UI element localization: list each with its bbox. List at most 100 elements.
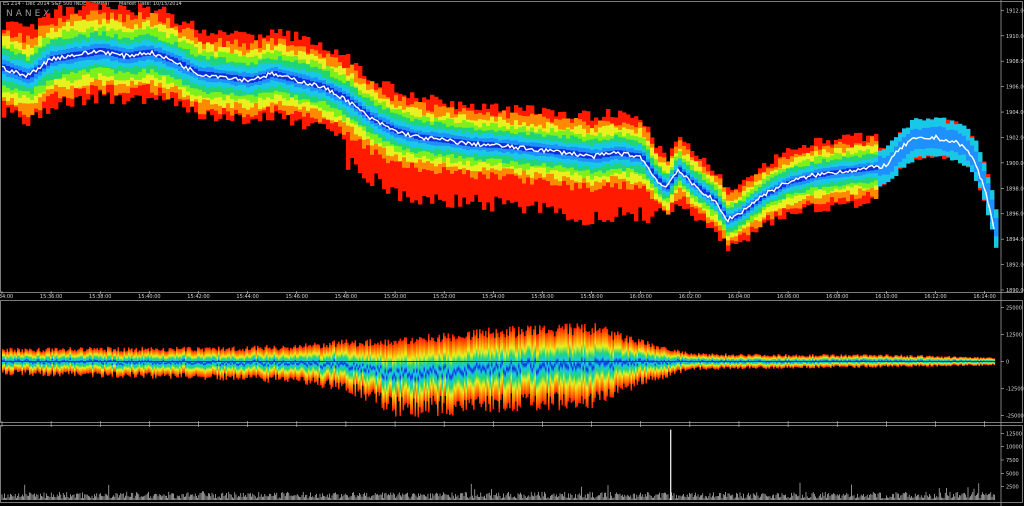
imbalance-column	[332, 341, 334, 387]
imbalance-column	[635, 342, 637, 380]
imbalance-column	[434, 340, 436, 402]
imbalance-column	[116, 351, 118, 378]
imbalance-column	[257, 345, 259, 375]
imbalance-column	[659, 348, 661, 379]
imbalance-column	[822, 354, 825, 368]
imbalance-column	[536, 334, 538, 411]
imbalance-column	[606, 328, 609, 397]
imbalance-column	[552, 331, 555, 405]
imbalance-column	[21, 349, 24, 376]
volume-y-tick-label: 10000	[1006, 445, 1022, 451]
imbalance-column	[461, 337, 463, 408]
imbalance-column	[134, 349, 136, 378]
imbalance-column	[242, 348, 244, 380]
imbalance-column	[27, 350, 30, 371]
imbalance-column	[254, 345, 256, 376]
imbalance-column	[978, 358, 981, 367]
imbalance-column	[122, 351, 124, 378]
x-tick-label: 16:04:00	[728, 294, 750, 300]
imbalance-column	[203, 351, 205, 378]
imbalance-column	[564, 323, 567, 407]
imbalance-column	[509, 326, 511, 409]
imbalance-column	[524, 336, 526, 395]
imbalance-column	[477, 338, 480, 397]
imbalance-column	[303, 346, 306, 381]
imbalance-column	[396, 343, 399, 398]
imbalance-column	[221, 349, 223, 378]
imbalance-column	[393, 340, 396, 410]
imbalance-column	[341, 339, 343, 387]
imbalance-column	[104, 349, 106, 372]
imbalance-column	[404, 337, 406, 405]
imbalance-column	[593, 332, 595, 402]
imbalance-column	[569, 323, 571, 398]
imbalance-column	[167, 351, 169, 375]
imbalance-column	[578, 326, 580, 404]
x-tick-label: 15:44:00	[236, 294, 258, 300]
imbalance-column	[857, 354, 859, 368]
imbalance-column	[192, 351, 195, 377]
imbalance-column	[371, 345, 373, 393]
imbalance-column	[677, 349, 679, 370]
imbalance-column	[519, 334, 522, 408]
imbalance-column	[566, 323, 568, 409]
imbalance-column	[195, 351, 198, 375]
imbalance-column	[416, 339, 418, 403]
imbalance-column	[348, 345, 351, 393]
imbalance-column	[14, 349, 16, 371]
imbalance-column	[326, 345, 328, 381]
imbalance-column	[327, 347, 330, 380]
x-tick-label: 15:56:00	[531, 294, 553, 300]
imbalance-column	[638, 339, 640, 382]
imbalance-column	[2, 348, 4, 373]
imbalance-column	[884, 355, 886, 367]
x-tick-label: 16:02:00	[679, 294, 701, 300]
imbalance-column	[488, 327, 490, 405]
x-tick-label: 16:12:00	[924, 294, 946, 300]
imbalance-column	[503, 333, 505, 409]
imbalance-column	[198, 347, 201, 377]
imbalance-column	[243, 350, 246, 380]
imbalance-column	[657, 346, 660, 380]
imbalance-column	[293, 346, 295, 380]
imbalance-column	[833, 354, 835, 368]
imbalance-column	[669, 351, 672, 376]
imbalance-column	[768, 356, 771, 369]
imbalance-column	[497, 332, 499, 402]
imbalance-column	[765, 355, 768, 370]
imbalance-column	[452, 334, 454, 416]
imbalance-column	[633, 342, 636, 387]
imbalance-column	[155, 348, 157, 379]
x-tick-label: 15:46:00	[286, 294, 308, 300]
imbalance-column	[609, 335, 612, 398]
price-y-tick-label: 1898.00	[1006, 186, 1024, 192]
imbalance-column	[372, 344, 375, 390]
imbalance-column	[159, 350, 162, 377]
imbalance-column	[296, 347, 298, 380]
imbalance-column	[588, 331, 591, 397]
price-y-tick-label: 1904.00	[1006, 110, 1024, 116]
imbalance-column	[467, 332, 469, 401]
imbalance-column	[758, 354, 760, 368]
imbalance-column	[744, 355, 747, 369]
imbalance-column	[894, 354, 897, 366]
imbalance-column	[867, 356, 870, 366]
imbalance-column	[144, 348, 147, 374]
imbalance-column	[272, 348, 274, 378]
imbalance-column	[215, 349, 217, 375]
imbalance-column	[297, 347, 300, 382]
imbalance-column	[84, 351, 87, 375]
volume-y-tick-label: 12500	[1006, 431, 1022, 437]
imbalance-column	[779, 354, 781, 368]
imbalance-column	[432, 338, 435, 396]
imbalance-column	[485, 330, 487, 411]
imbalance-column	[339, 344, 342, 383]
imbalance-column	[494, 337, 496, 400]
imbalance-column	[444, 336, 447, 397]
price-y-tick-label: 1894.00	[1006, 237, 1024, 243]
imbalance-column	[885, 354, 888, 366]
imbalance-column	[228, 347, 231, 378]
imbalance-column	[245, 348, 247, 379]
imbalance-column	[113, 349, 115, 372]
imbalance-column	[819, 355, 822, 367]
